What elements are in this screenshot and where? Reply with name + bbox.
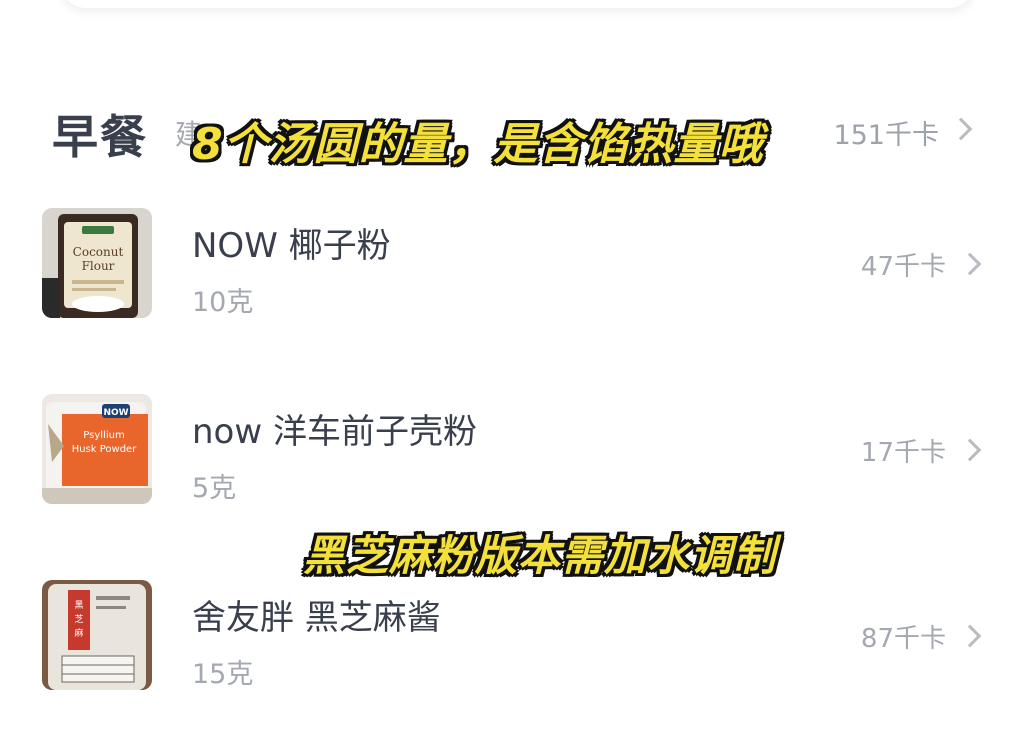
food-item[interactable]: NOW Psyllium Husk Powder now 洋车前子壳粉 5克 1… (0, 394, 1024, 524)
svg-text:黑: 黑 (74, 600, 83, 611)
chevron-right-icon (958, 624, 982, 648)
svg-text:Husk Powder: Husk Powder (72, 444, 138, 455)
coconut-flour-bag-icon: Coconut Flour (42, 208, 152, 318)
sesame-paste-jar-icon: 黑 芝 麻 (42, 580, 152, 690)
food-item[interactable]: Coconut Flour NOW 椰子粉 10克 47千卡 (0, 208, 1024, 338)
chevron-right-icon (949, 117, 973, 141)
food-thumbnail: NOW Psyllium Husk Powder (42, 394, 152, 504)
svg-text:Psyllium: Psyllium (83, 430, 124, 441)
food-kcal: 17千卡 (860, 438, 946, 468)
food-amount: 10克 (192, 287, 254, 318)
top-card (60, 0, 975, 8)
food-kcal: 47千卡 (860, 252, 946, 282)
chevron-right-icon (958, 438, 982, 462)
food-thumbnail: Coconut Flour (42, 208, 152, 318)
svg-text:Flour: Flour (82, 259, 115, 273)
food-thumbnail: 黑 芝 麻 (42, 580, 152, 690)
psyllium-husk-bag-icon: NOW Psyllium Husk Powder (42, 394, 152, 504)
food-amount: 15克 (192, 659, 254, 690)
svg-text:NOW: NOW (103, 408, 128, 418)
svg-text:Coconut: Coconut (73, 245, 124, 259)
section-total-kcal: 151千卡 (833, 120, 939, 151)
chevron-right-icon (958, 252, 982, 276)
section-title: 早餐 (52, 110, 148, 164)
food-kcal: 87千卡 (860, 624, 946, 654)
overlay-caption: 8个汤圆的量，是含馅热量哦 (192, 119, 764, 170)
svg-text:麻: 麻 (74, 627, 83, 639)
food-amount: 5克 (192, 473, 237, 504)
svg-text:芝: 芝 (74, 613, 83, 625)
food-name: now 洋车前子壳粉 (192, 412, 477, 452)
food-name: 舍友胖 黑芝麻酱 (192, 598, 441, 638)
food-item[interactable]: 黑 芝 麻 舍友胖 黑芝麻酱 15克 87千卡 (0, 580, 1024, 710)
overlay-caption: 黑芝麻粉版本需加水调制 (303, 531, 777, 580)
food-name: NOW 椰子粉 (192, 226, 391, 266)
